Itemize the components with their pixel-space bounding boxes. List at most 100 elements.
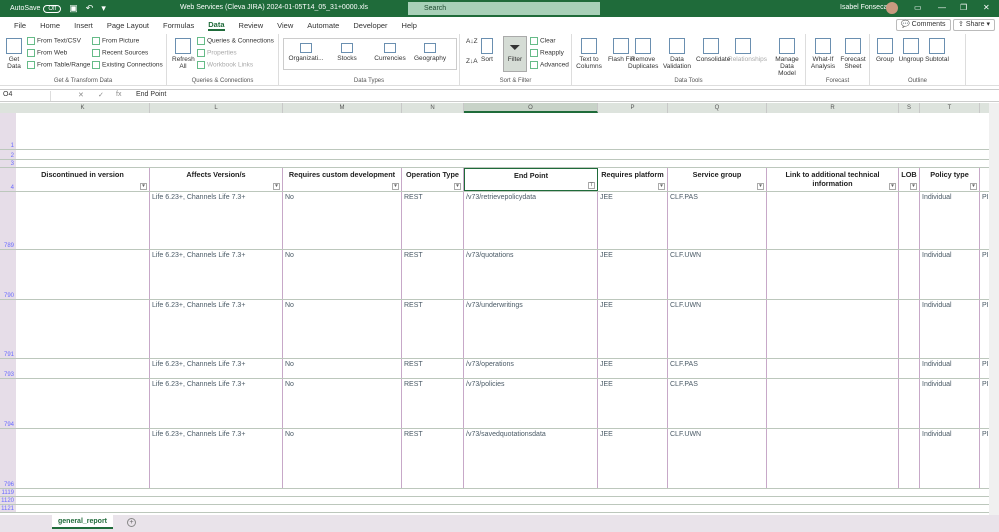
row-number[interactable]: 791 [0, 300, 16, 358]
cell[interactable] [402, 160, 464, 167]
cell[interactable] [464, 150, 598, 159]
cell[interactable] [16, 160, 150, 167]
cell[interactable]: CLF.PAS [668, 359, 767, 378]
row-number[interactable]: 790 [0, 250, 16, 299]
cell[interactable] [899, 160, 920, 167]
cell[interactable] [899, 505, 920, 512]
cell[interactable] [150, 505, 283, 512]
cell[interactable] [899, 379, 920, 428]
currencies-type[interactable]: Currencies [372, 43, 408, 62]
cell[interactable] [402, 497, 464, 504]
tab-view[interactable]: View [277, 21, 293, 30]
tab-file[interactable]: File [14, 21, 26, 30]
cell[interactable] [16, 505, 150, 512]
filter-dropdown-icon[interactable]: ▾ [910, 183, 917, 190]
cell[interactable] [899, 497, 920, 504]
filter-dropdown-icon[interactable]: ▾ [454, 183, 461, 190]
filter-active-icon[interactable]: ⊤ [588, 182, 595, 189]
cell[interactable] [668, 150, 767, 159]
cell[interactable]: /v73/underwritings [464, 300, 598, 358]
organization-type[interactable]: Organizati... [288, 43, 324, 62]
cell[interactable] [283, 160, 402, 167]
cell[interactable] [767, 250, 899, 299]
existing-connections[interactable]: Existing Connections [92, 61, 163, 69]
text-to-columns-button[interactable]: Text to Columns [574, 38, 604, 70]
restore-icon[interactable]: ❐ [960, 3, 967, 12]
cell[interactable] [464, 505, 598, 512]
cell[interactable]: REST [402, 192, 464, 249]
reapply-filter[interactable]: Reapply [530, 49, 564, 57]
stocks-type[interactable]: Stocks [332, 43, 362, 62]
advanced-filter[interactable]: Advanced [530, 61, 569, 69]
cell[interactable]: Individual [920, 300, 980, 358]
row-number[interactable]: 794 [0, 379, 16, 428]
column-header-M[interactable]: M [283, 103, 402, 113]
cell[interactable]: REST [402, 300, 464, 358]
sort-za-icon[interactable]: Z↓A [466, 58, 478, 65]
cell[interactable]: CLF.UWN [668, 429, 767, 488]
group-button[interactable]: Group [870, 38, 900, 63]
cell[interactable] [767, 300, 899, 358]
cell[interactable] [464, 497, 598, 504]
cell[interactable] [16, 300, 150, 358]
cell[interactable] [920, 113, 980, 149]
ribbon-display-icon[interactable]: ▭ [914, 3, 922, 12]
cell[interactable]: JEE [598, 359, 668, 378]
tab-formulas[interactable]: Formulas [163, 21, 194, 30]
cell[interactable]: /v73/policies [464, 379, 598, 428]
cell[interactable]: Life 6.23+, Channels Life 7.3+ [150, 192, 283, 249]
cell[interactable]: Individual [920, 379, 980, 428]
cell[interactable] [899, 113, 920, 149]
vertical-scrollbar[interactable] [989, 103, 999, 515]
workbook-links[interactable]: Workbook Links [197, 61, 253, 69]
from-web[interactable]: From Web [27, 49, 67, 57]
add-sheet-icon[interactable]: + [127, 518, 136, 527]
cell[interactable] [598, 150, 668, 159]
row-number[interactable]: 793 [0, 359, 16, 378]
cell[interactable]: Life 6.23+, Channels Life 7.3+ [150, 379, 283, 428]
queries-connections[interactable]: Queries & Connections [197, 37, 274, 45]
filter-button[interactable]: ⏷ Filter [503, 36, 527, 72]
forecast-sheet-button[interactable]: Forecast Sheet [838, 38, 868, 70]
cell[interactable] [767, 505, 899, 512]
cell[interactable]: Individual [920, 192, 980, 249]
cell[interactable] [283, 489, 402, 496]
cell[interactable]: CLF.PAS [668, 192, 767, 249]
cell[interactable]: /v73/quotations [464, 250, 598, 299]
cell[interactable]: Individual [920, 359, 980, 378]
cell[interactable] [150, 489, 283, 496]
cell[interactable] [767, 150, 899, 159]
cell[interactable] [16, 250, 150, 299]
cell[interactable] [150, 150, 283, 159]
cell[interactable] [402, 489, 464, 496]
cell[interactable] [767, 497, 899, 504]
cell[interactable] [920, 489, 980, 496]
cell[interactable]: Life 6.23+, Channels Life 7.3+ [150, 300, 283, 358]
cell[interactable] [402, 150, 464, 159]
function-icon[interactable]: fx [116, 91, 121, 98]
cell[interactable] [899, 489, 920, 496]
recent-sources[interactable]: Recent Sources [92, 49, 148, 57]
cell[interactable] [598, 497, 668, 504]
column-header-cell[interactable]: Affects Version/s ▾ [150, 168, 283, 191]
column-header-cell[interactable]: Link to additional technical information… [767, 168, 899, 191]
row-number[interactable]: 4 [0, 168, 16, 191]
cell[interactable] [150, 497, 283, 504]
row-number[interactable]: 789 [0, 192, 16, 249]
column-header-S[interactable]: S [899, 103, 920, 113]
cell[interactable] [920, 150, 980, 159]
cell[interactable]: JEE [598, 250, 668, 299]
minimize-icon[interactable]: — [938, 3, 946, 12]
sort-button[interactable]: Sort [480, 38, 494, 63]
cell[interactable] [16, 429, 150, 488]
cell[interactable] [767, 489, 899, 496]
refresh-all-button[interactable]: Refresh All [172, 38, 195, 70]
from-table-range[interactable]: From Table/Range [27, 61, 90, 69]
cell[interactable] [668, 497, 767, 504]
tab-developer[interactable]: Developer [353, 21, 387, 30]
cell[interactable]: Individual [920, 250, 980, 299]
formula-input[interactable]: End Point [136, 91, 166, 98]
tab-data[interactable]: Data [208, 20, 225, 31]
cell[interactable] [767, 113, 899, 149]
column-header-cell[interactable]: Requires platform ▾ [598, 168, 668, 191]
